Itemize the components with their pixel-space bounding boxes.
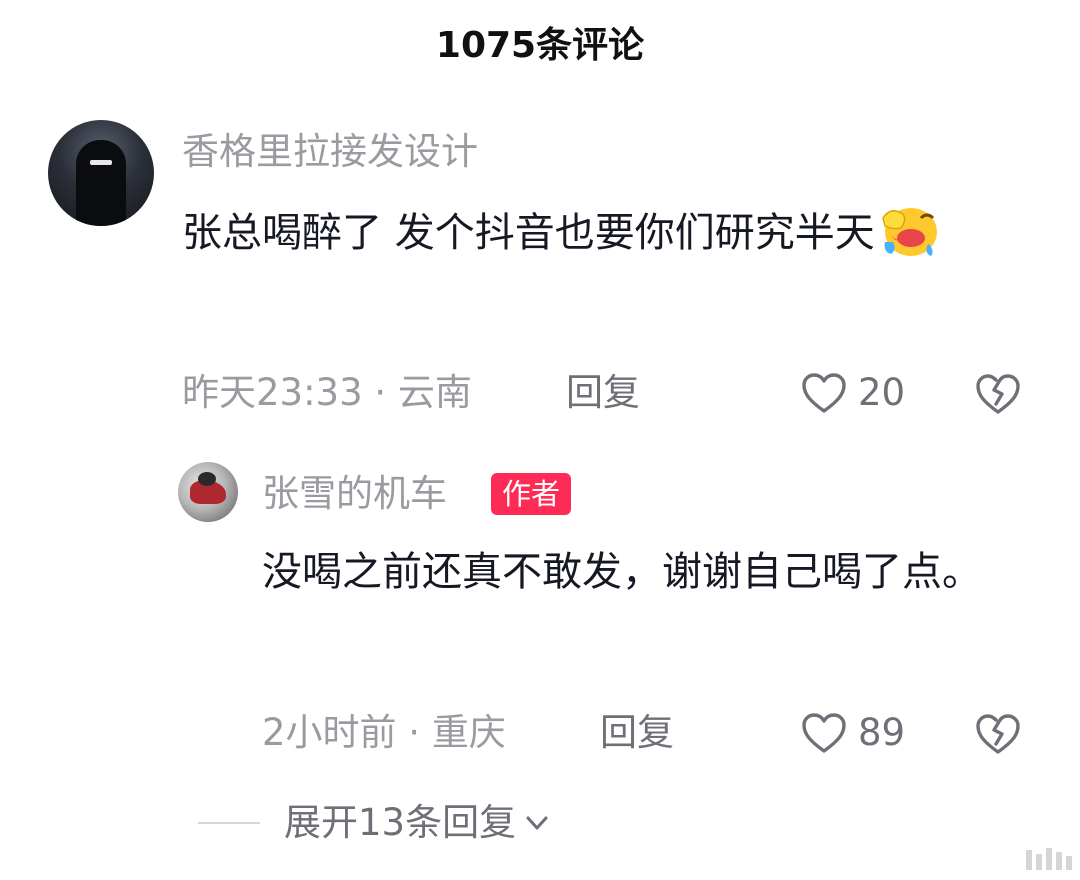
reply-author-avatar[interactable] bbox=[178, 462, 238, 522]
author-badge: 作者 bbox=[491, 473, 572, 515]
expand-replies-label: 展开13条回复 bbox=[284, 801, 517, 844]
reply-like-count: 89 bbox=[858, 711, 906, 754]
expand-divider bbox=[198, 822, 260, 824]
watermark-logo-icon bbox=[1026, 848, 1072, 870]
chevron-down-icon bbox=[526, 816, 548, 830]
broken-heart-icon[interactable] bbox=[974, 372, 1022, 416]
like-button[interactable]: 20 bbox=[800, 368, 905, 418]
like-count: 20 bbox=[858, 371, 906, 414]
avatar-eyes bbox=[90, 160, 112, 165]
expand-replies-button[interactable]: 展开13条回复 bbox=[198, 796, 552, 850]
avatar-rider bbox=[198, 472, 216, 486]
broken-heart-icon[interactable] bbox=[974, 712, 1022, 756]
heart-icon bbox=[802, 373, 846, 413]
comment-text-body: 张总喝醉了 发个抖音也要你们研究半天 bbox=[182, 210, 875, 256]
reply-like-button[interactable]: 89 bbox=[800, 708, 905, 758]
reply-text[interactable]: 没喝之前还真不敢发，谢谢自己喝了点。 bbox=[262, 542, 1042, 602]
comment-time-location: 昨天23:33 · 云南 bbox=[182, 371, 472, 414]
comment-text[interactable]: 张总喝醉了 发个抖音也要你们研究半天 bbox=[182, 202, 1042, 263]
avatar-figure bbox=[76, 140, 126, 226]
laughing-crying-emoji-icon bbox=[881, 208, 937, 256]
reply-button[interactable]: 回复 bbox=[566, 368, 640, 418]
reply-reply-button[interactable]: 回复 bbox=[600, 708, 674, 758]
reply-author-username[interactable]: 张雪的机车 bbox=[262, 472, 447, 516]
commenter-username[interactable]: 香格里拉接发设计 bbox=[182, 130, 478, 174]
commenter-avatar[interactable] bbox=[48, 120, 154, 226]
reply-time-location: 2小时前 · 重庆 bbox=[262, 711, 506, 754]
heart-icon bbox=[802, 713, 846, 753]
comments-count-title: 1075条评论 bbox=[435, 25, 645, 66]
